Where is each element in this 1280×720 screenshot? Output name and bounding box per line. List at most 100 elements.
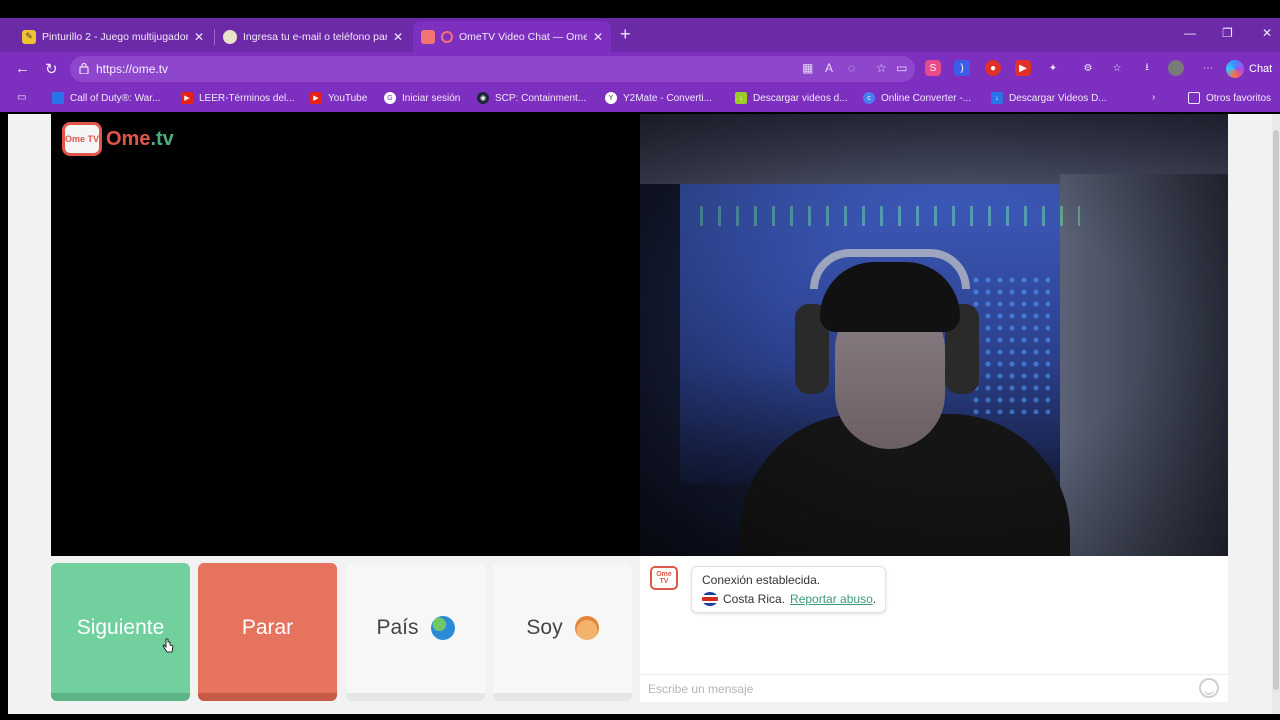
chat-label: Chat	[1249, 63, 1273, 75]
emoji-icon[interactable]	[1199, 678, 1219, 698]
logo-wordmark: Ome.tv	[106, 128, 174, 151]
close-tab-icon[interactable]: ✕	[593, 30, 603, 44]
gender-label: Soy	[526, 616, 563, 639]
youtube-icon: ▶	[310, 92, 322, 104]
system-message: Conexión establecida. Costa Rica. Report…	[691, 566, 886, 613]
bookmark-label: Iniciar sesión	[402, 92, 461, 104]
bookmark-item[interactable]: ◉ SCP: Containment...	[477, 92, 586, 104]
new-tab-button[interactable]: +	[620, 24, 631, 45]
tab-title: OmeTV Video Chat — Omegl	[459, 30, 587, 43]
folder-icon	[1188, 92, 1200, 104]
bookmark-label: Online Converter -...	[881, 92, 972, 104]
download-box-icon: ↓	[991, 92, 1003, 104]
steam-icon: ◉	[477, 92, 489, 104]
tab-title: Pinturillo 2 - Juego multijugador de	[42, 30, 188, 43]
youtube-icon: ▶	[181, 92, 193, 104]
self-camera-video	[640, 114, 1228, 556]
message-input[interactable]	[648, 680, 1188, 698]
page-scrollbar[interactable]	[1272, 114, 1280, 714]
bookmark-item[interactable]: ▶ LEER-Términos del...	[181, 92, 295, 104]
close-tab-icon[interactable]: ✕	[194, 30, 204, 44]
back-arrow-icon[interactable]: ←	[15, 60, 30, 77]
message-box	[640, 674, 1228, 702]
tab-title: Ingresa tu e-mail o teléfono para i	[243, 30, 387, 43]
login-icon: G	[384, 92, 396, 104]
connection-status: Conexión establecida.	[702, 573, 821, 587]
y2mate-icon: Y	[605, 92, 617, 104]
logo-name: Ome	[106, 127, 151, 150]
bookmark-item[interactable]: ↓ Descargar videos d...	[735, 92, 848, 104]
restore-button[interactable]: ❐	[1222, 26, 1233, 40]
boy-face-icon	[574, 616, 599, 640]
hand-cursor-icon	[162, 638, 174, 653]
bookmark-label: LEER-Términos del...	[199, 92, 295, 104]
bookmark-item[interactable]: ▶ YouTube	[310, 92, 367, 104]
pencil-icon: ✎	[22, 29, 36, 44]
report-abuse-link[interactable]: Reportar abuso	[790, 592, 873, 606]
close-window-button[interactable]: ✕	[1262, 26, 1272, 40]
reading-list-icon[interactable]: ▭	[17, 92, 26, 103]
copilot-chat-button[interactable]: Chat	[1226, 56, 1280, 82]
lock-icon	[79, 62, 89, 74]
bookmarks-bar: ▭ Call of Duty®: War... ▶ LEER-Términos d…	[0, 86, 1280, 112]
bookmark-label: Y2Mate - Converti...	[623, 92, 712, 104]
tracking-prevention-icon[interactable]: ◌	[848, 61, 855, 75]
extension-record-icon[interactable]: ●	[985, 60, 1001, 76]
partner-country: Costa Rica. Reportar abuso.	[702, 592, 876, 606]
profile-avatar[interactable]	[1168, 60, 1184, 76]
extension-s-icon[interactable]: S	[925, 60, 941, 76]
translate-icon[interactable]: A	[825, 61, 833, 75]
site-icon	[223, 29, 237, 44]
ometv-logo[interactable]: Ome TV Ome.tv	[62, 122, 174, 156]
bookmark-item[interactable]: Call of Duty®: War...	[52, 92, 160, 104]
download-arrow-icon: ↓	[735, 92, 747, 104]
minimize-button[interactable]: —	[1184, 26, 1196, 40]
bookmark-item[interactable]: G Iniciar sesión	[384, 92, 460, 104]
chevron-right-icon[interactable]: ›	[1152, 92, 1155, 103]
extension-audio-icon[interactable]: )	[954, 60, 970, 76]
country-label: País	[376, 616, 419, 639]
scrollbar-thumb[interactable]	[1273, 130, 1279, 690]
other-favorites-label: Otros favoritos	[1206, 92, 1272, 104]
bookmark-item[interactable]: ↓ Descargar Videos D...	[991, 92, 1107, 104]
tab-ometv[interactable]: OmeTV Video Chat — Omegl ✕	[413, 21, 611, 52]
report-suffix: .	[872, 592, 877, 606]
favorite-star-icon[interactable]: ☆	[876, 61, 887, 75]
extensions-puzzle-icon[interactable]: ✦	[1045, 60, 1061, 76]
converter-icon: c	[863, 92, 875, 104]
extension-play-icon[interactable]: ▶	[1015, 60, 1031, 76]
browser-window: ✎ Pinturillo 2 - Juego multijugador de ✕…	[0, 0, 1280, 720]
costa-rica-flag-icon	[702, 592, 718, 606]
settings-gear-icon[interactable]: ⚙	[1080, 60, 1096, 76]
other-favorites[interactable]: Otros favoritos	[1188, 92, 1271, 104]
download-icon[interactable]: ⭳	[1139, 60, 1155, 76]
close-tab-icon[interactable]: ✕	[393, 30, 403, 44]
address-bar[interactable]: https://ome.tv ▦ A ◌ ☆ ▭	[70, 56, 915, 82]
reload-icon[interactable]: ↻	[45, 60, 58, 78]
bookmark-favicon-icon	[52, 92, 64, 104]
bookmark-item[interactable]: Y Y2Mate - Converti...	[605, 92, 712, 104]
tab-pinturillo[interactable]: ✎ Pinturillo 2 - Juego multijugador de ✕	[14, 21, 212, 52]
app-available-icon[interactable]: ▦	[802, 61, 813, 75]
bookmark-label: Call of Duty®: War...	[70, 92, 161, 104]
more-menu-icon[interactable]: ⋯	[1200, 60, 1216, 76]
favorites-icon[interactable]: ☆	[1109, 60, 1125, 76]
video-icon[interactable]: ▭	[896, 61, 907, 75]
logo-suffix: .tv	[150, 127, 174, 150]
next-button[interactable]: Siguiente	[51, 563, 190, 701]
stop-button[interactable]: Parar	[198, 563, 337, 701]
globe-icon	[430, 616, 455, 640]
recording-icon	[441, 30, 453, 43]
country-name: Costa Rica.	[723, 592, 786, 606]
bookmark-label: YouTube	[328, 92, 368, 104]
tv-logo-icon: Ome TV	[62, 122, 102, 156]
gender-button[interactable]: Soy	[493, 563, 632, 701]
country-button[interactable]: País	[346, 563, 485, 701]
stop-label: Parar	[241, 616, 294, 639]
tab-strip: ✎ Pinturillo 2 - Juego multijugador de ✕…	[0, 18, 1280, 52]
bookmark-item[interactable]: c Online Converter -...	[863, 92, 971, 104]
copilot-icon	[1226, 60, 1244, 78]
bookmark-label: SCP: Containment...	[495, 92, 587, 104]
tab-email-login[interactable]: Ingresa tu e-mail o teléfono para i ✕	[215, 21, 411, 52]
bookmark-label: Descargar videos d...	[753, 92, 848, 104]
